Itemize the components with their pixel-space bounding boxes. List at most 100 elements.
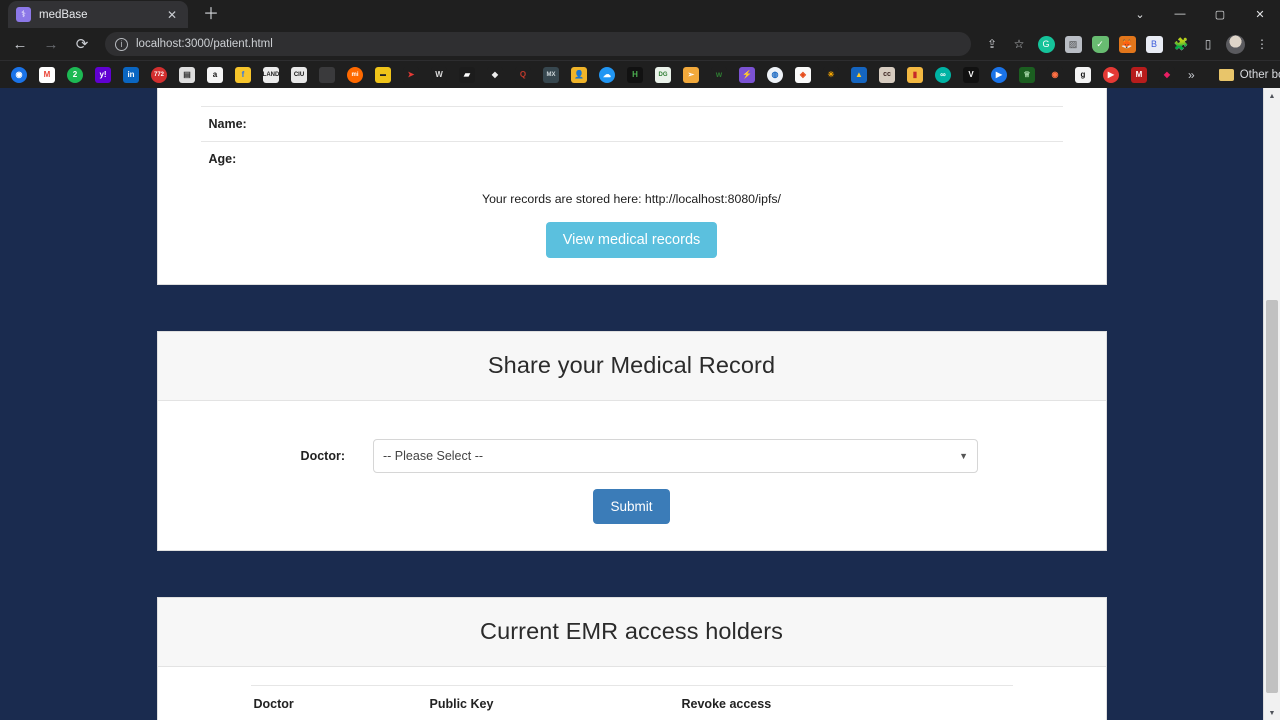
doctor-select-value: -- Please Select --	[383, 449, 484, 463]
access-holders-table: Doctor Public Key Revoke access	[250, 685, 1013, 720]
bookmark-mx-icon[interactable]: MX	[543, 66, 559, 83]
vertical-scrollbar[interactable]: ▲ ▼	[1263, 88, 1280, 720]
bookmark-q-icon[interactable]: Q	[515, 66, 531, 83]
bookmark-hi-icon[interactable]: H	[627, 66, 643, 83]
table-header-row: Doctor Public Key Revoke access	[250, 685, 1013, 720]
bookmark-w-icon[interactable]: w	[711, 66, 727, 83]
browser-chrome: ⚕ medBase ✕ ＋ ⌄ — ▢ ✕ ← → ⟳ i localhost:…	[0, 0, 1280, 88]
patient-info-body: Name: Age: Your records are stored here:…	[158, 88, 1106, 284]
view-medical-records-button[interactable]: View medical records	[545, 222, 718, 258]
bookmark-news-icon[interactable]: ▤	[179, 66, 195, 83]
fox-glyph: 🦊	[1118, 35, 1136, 53]
scroll-down-arrow-icon[interactable]: ▼	[1264, 705, 1280, 720]
bookmark-globe-icon[interactable]: ◍	[767, 66, 783, 83]
tab-search-icon[interactable]: ⌄	[1120, 8, 1160, 21]
page-content: Name: Age: Your records are stored here:…	[0, 88, 1263, 720]
bookmarks-overflow-icon[interactable]: »	[1188, 68, 1195, 82]
bookmark-nfs-icon[interactable]: ▰	[459, 66, 475, 83]
bitwarden-glyph: B	[1145, 35, 1163, 53]
reload-icon[interactable]: ⟳	[68, 30, 96, 58]
bookmark-location-icon[interactable]: ◆	[1159, 66, 1175, 83]
bookmark-star-deco-icon[interactable]: ✳	[823, 66, 839, 83]
bookmark-linkedin-icon[interactable]: in	[123, 66, 139, 83]
bookmark-g-icon[interactable]: g	[1075, 66, 1091, 83]
share-record-card: Share your Medical Record Doctor: -- Ple…	[156, 331, 1107, 551]
other-bookmarks-button[interactable]: Other bookmarks	[1218, 68, 1280, 81]
bookmark-mail-send-icon[interactable]: ➣	[683, 66, 699, 83]
bookmark-mi-icon[interactable]: mi	[347, 66, 363, 83]
bookmark-v-icon[interactable]: V	[963, 66, 979, 83]
bookmark-cc-icon[interactable]: cc	[879, 66, 895, 83]
emr-access-holders-card: Current EMR access holders Doctor Public…	[156, 597, 1107, 720]
bookmark-gmail-icon[interactable]: M	[39, 66, 55, 83]
storage-note: Your records are stored here: http://loc…	[482, 192, 781, 206]
bookmark-chart-icon[interactable]: ▮	[907, 66, 923, 83]
bookmark-green-2-icon[interactable]: 2	[67, 66, 83, 83]
bookmark-land-icon[interactable]: LAND	[263, 66, 279, 83]
share-card-header: Share your Medical Record	[157, 332, 1106, 401]
bookmark-dg-icon[interactable]: DG	[655, 66, 671, 83]
new-tab-button[interactable]: ＋	[200, 0, 222, 24]
bookmark-record-icon[interactable]: ▶	[1103, 66, 1119, 83]
bookmark-star-icon[interactable]: ☆	[1007, 32, 1031, 56]
bookmark-predator-icon[interactable]: W	[431, 66, 447, 83]
metamask-extension-icon[interactable]: 🦊	[1115, 32, 1139, 56]
bookmark-yahoo-icon[interactable]: y!	[95, 66, 111, 83]
grammarly-glyph: G	[1037, 35, 1055, 53]
extensions-puzzle-icon[interactable]: 🧩	[1169, 32, 1193, 56]
browser-toolbar: ← → ⟳ i localhost:3000/patient.html ⇪ ☆ …	[0, 28, 1280, 60]
bookmark-crown-icon[interactable]: ♕	[1019, 66, 1035, 83]
doctor-select[interactable]: -- Please Select -- ▼	[373, 439, 978, 473]
wallet-extension-icon[interactable]: ▨	[1061, 32, 1085, 56]
avatar[interactable]	[1223, 32, 1247, 56]
shield-glyph: ✓	[1091, 35, 1109, 53]
bookmark-photo-icon[interactable]: ▲	[851, 66, 867, 83]
share-icon[interactable]: ⇪	[980, 32, 1004, 56]
bookmark-infinity-icon[interactable]: ∞	[935, 66, 951, 83]
bookmark-maps-icon[interactable]: ◉	[11, 66, 27, 83]
bookmark-772-icon[interactable]: 772	[151, 66, 167, 83]
scroll-up-arrow-icon[interactable]: ▲	[1264, 88, 1280, 105]
bitwarden-extension-icon[interactable]: B	[1142, 32, 1166, 56]
bookmark-play-icon[interactable]: ▶	[991, 66, 1007, 83]
share-card-title: Share your Medical Record	[487, 352, 776, 378]
bookmark-yellow-icon[interactable]: ▬	[375, 66, 391, 83]
close-window-icon[interactable]: ✕	[1240, 8, 1280, 21]
bookmark-tag-icon[interactable]: ◈	[795, 66, 811, 83]
address-bar[interactable]: i localhost:3000/patient.html	[105, 32, 971, 56]
bookmark-bolt-icon[interactable]: ⚡	[739, 66, 755, 83]
bookmark-red-swoosh-icon[interactable]: ➤	[403, 66, 419, 83]
browser-tab-medbase[interactable]: ⚕ medBase ✕	[8, 1, 188, 28]
access-card-title: Current EMR access holders	[480, 618, 783, 644]
doctor-label: Doctor:	[300, 449, 345, 463]
grammarly-extension-icon[interactable]: G	[1034, 32, 1058, 56]
bookmark-pin-icon[interactable]: ◉	[1047, 66, 1063, 83]
scrollbar-thumb[interactable]	[1266, 300, 1278, 693]
site-info-icon[interactable]: i	[115, 37, 128, 51]
bookmark-m-red-icon[interactable]: M	[1131, 66, 1147, 83]
back-icon[interactable]: ←	[6, 30, 34, 58]
tab-strip: ⚕ medBase ✕ ＋ ⌄ — ▢ ✕	[0, 0, 1280, 28]
url-text: localhost:3000/patient.html	[136, 38, 273, 50]
close-icon[interactable]: ✕	[164, 9, 180, 21]
bookmark-ciu-icon[interactable]: CIU	[291, 66, 307, 83]
bookmark-flipkart-icon[interactable]: f	[235, 66, 251, 83]
bookmark-dark-eye-icon[interactable]: ◆	[487, 66, 503, 83]
bookmark-apple-icon[interactable]	[319, 66, 335, 83]
forward-icon[interactable]: →	[37, 30, 65, 58]
column-revoke-access: Revoke access	[678, 685, 1013, 720]
other-bookmarks-label: Other bookmarks	[1239, 68, 1280, 81]
browser-menu-icon[interactable]: ⋮	[1250, 32, 1274, 56]
adguard-extension-icon[interactable]: ✓	[1088, 32, 1112, 56]
bookmark-amazon-icon[interactable]: a	[207, 66, 223, 83]
bookmark-contacts-icon[interactable]: 👤	[571, 66, 587, 83]
minimize-icon[interactable]: —	[1160, 8, 1200, 20]
maximize-icon[interactable]: ▢	[1200, 8, 1240, 21]
submit-button[interactable]: Submit	[593, 489, 670, 524]
side-panel-icon[interactable]: ▯	[1196, 32, 1220, 56]
patient-info-table: Name: Age:	[200, 106, 1063, 176]
patient-name-value	[866, 106, 1063, 142]
bookmark-cloud-icon[interactable]: ☁	[599, 66, 615, 83]
